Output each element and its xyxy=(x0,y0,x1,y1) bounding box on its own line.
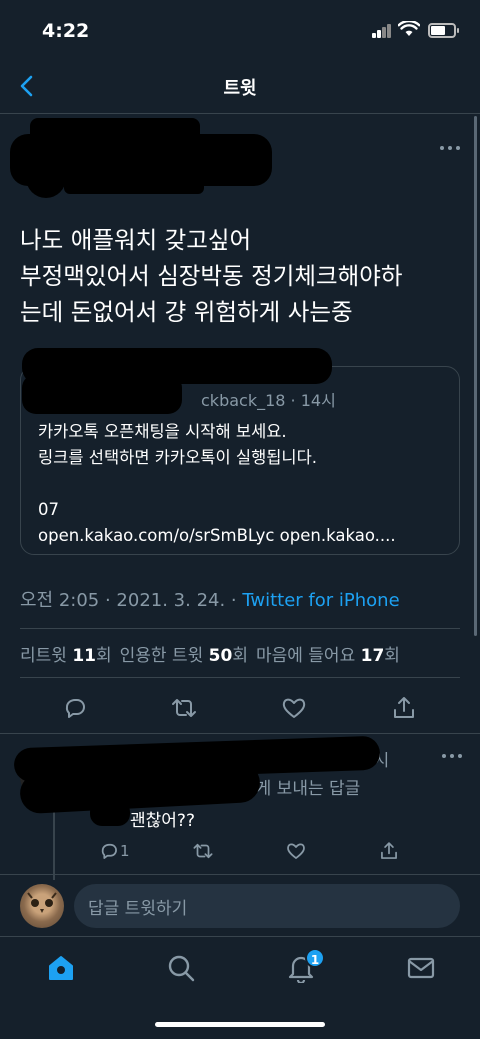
reply-count: 1 xyxy=(120,842,130,860)
search-icon[interactable] xyxy=(166,953,196,983)
tweet-timestamp: 오전 2:05 · 2021. 3. 24. · xyxy=(20,590,243,611)
tweet-source-link[interactable]: Twitter for iPhone xyxy=(242,590,399,611)
quote-line: 카카오톡 오픈채팅을 시작해 보세요. xyxy=(38,422,287,441)
thread-line xyxy=(53,810,55,880)
quotes-stat[interactable]: 인용한 트윗 50회 xyxy=(120,646,248,666)
tweet-meta: 오전 2:05 · 2021. 3. 24. · Twitter for iPh… xyxy=(20,586,400,612)
tweet-stats: 리트윗 11회 인용한 트윗 50회 마음에 들어요 17회 xyxy=(20,641,400,666)
reply-text: 괜찮어?? xyxy=(130,811,195,831)
quotes-count: 50 xyxy=(208,646,233,666)
battery-icon xyxy=(428,23,459,38)
reply-icon[interactable] xyxy=(61,694,89,722)
home-icon[interactable] xyxy=(46,953,76,983)
scrollbar[interactable] xyxy=(474,116,477,636)
retweets-count: 11 xyxy=(72,646,96,666)
retweets-unit: 회 xyxy=(96,646,112,666)
reply-input[interactable]: 답글 트윗하기 xyxy=(74,884,460,928)
quote-line: 07 xyxy=(38,500,59,519)
cellular-signal-icon xyxy=(372,24,392,38)
tweet-text-line: 나도 애플워치 갖고싶어 xyxy=(20,226,252,254)
like-icon[interactable] xyxy=(280,694,308,722)
nav-header: 트윗 xyxy=(0,60,480,114)
quote-line xyxy=(38,471,396,497)
quote-handle: ckback_18 · 14시 xyxy=(201,391,336,410)
wifi-icon xyxy=(398,21,420,36)
divider xyxy=(20,628,460,629)
retweet-icon[interactable] xyxy=(170,694,198,722)
share-icon[interactable] xyxy=(390,694,418,722)
messages-icon[interactable] xyxy=(406,953,436,983)
share-icon[interactable] xyxy=(378,840,400,862)
reply-icon[interactable] xyxy=(98,840,120,862)
more-options-icon[interactable] xyxy=(440,144,460,152)
likes-unit: 회 xyxy=(384,646,400,666)
retweet-icon[interactable] xyxy=(192,840,214,862)
status-bar: 4:22 xyxy=(0,0,480,60)
quotes-unit: 회 xyxy=(232,646,248,666)
retweets-stat[interactable]: 리트윗 11회 xyxy=(20,646,112,666)
quote-author-redacted xyxy=(22,374,182,414)
notifications-badge: 1 xyxy=(305,948,325,968)
page-title: 트윗 xyxy=(223,78,257,99)
quote-body: 카카오톡 오픈채팅을 시작해 보세요. 링크를 선택하면 카카오톡이 실행됩니다… xyxy=(38,419,396,549)
quote-line: open.kakao.com/o/srSmBLyc open.kakao.... xyxy=(38,526,396,545)
more-options-icon[interactable] xyxy=(442,752,462,760)
tweet-text: 나도 애플워치 갖고싶어 부정맥있어서 심장박동 정기체크해야하 는데 돈없어서… xyxy=(20,222,460,330)
retweets-label: 리트윗 xyxy=(20,646,67,666)
quotes-label: 인용한 트윗 xyxy=(119,646,204,666)
reply-compose-bar: 답글 트윗하기 xyxy=(0,874,480,936)
likes-stat[interactable]: 마음에 들어요 17회 xyxy=(256,646,400,666)
status-time: 4:22 xyxy=(42,20,90,42)
tweet-actions xyxy=(0,690,480,726)
quote-line: 링크를 선택하면 카카오톡이 실행됩니다. xyxy=(38,448,318,467)
tweet-text-line: 부정맥있어서 심장박동 정기체크해야하 xyxy=(20,262,403,290)
likes-label: 마음에 들어요 xyxy=(255,646,356,666)
tweet-text-line: 는데 돈없어서 걍 위험하게 사는중 xyxy=(20,298,353,326)
like-icon[interactable] xyxy=(285,840,307,862)
likes-count: 17 xyxy=(360,646,385,666)
avatar[interactable] xyxy=(20,884,64,928)
divider xyxy=(20,677,460,678)
home-indicator[interactable] xyxy=(155,1022,325,1027)
